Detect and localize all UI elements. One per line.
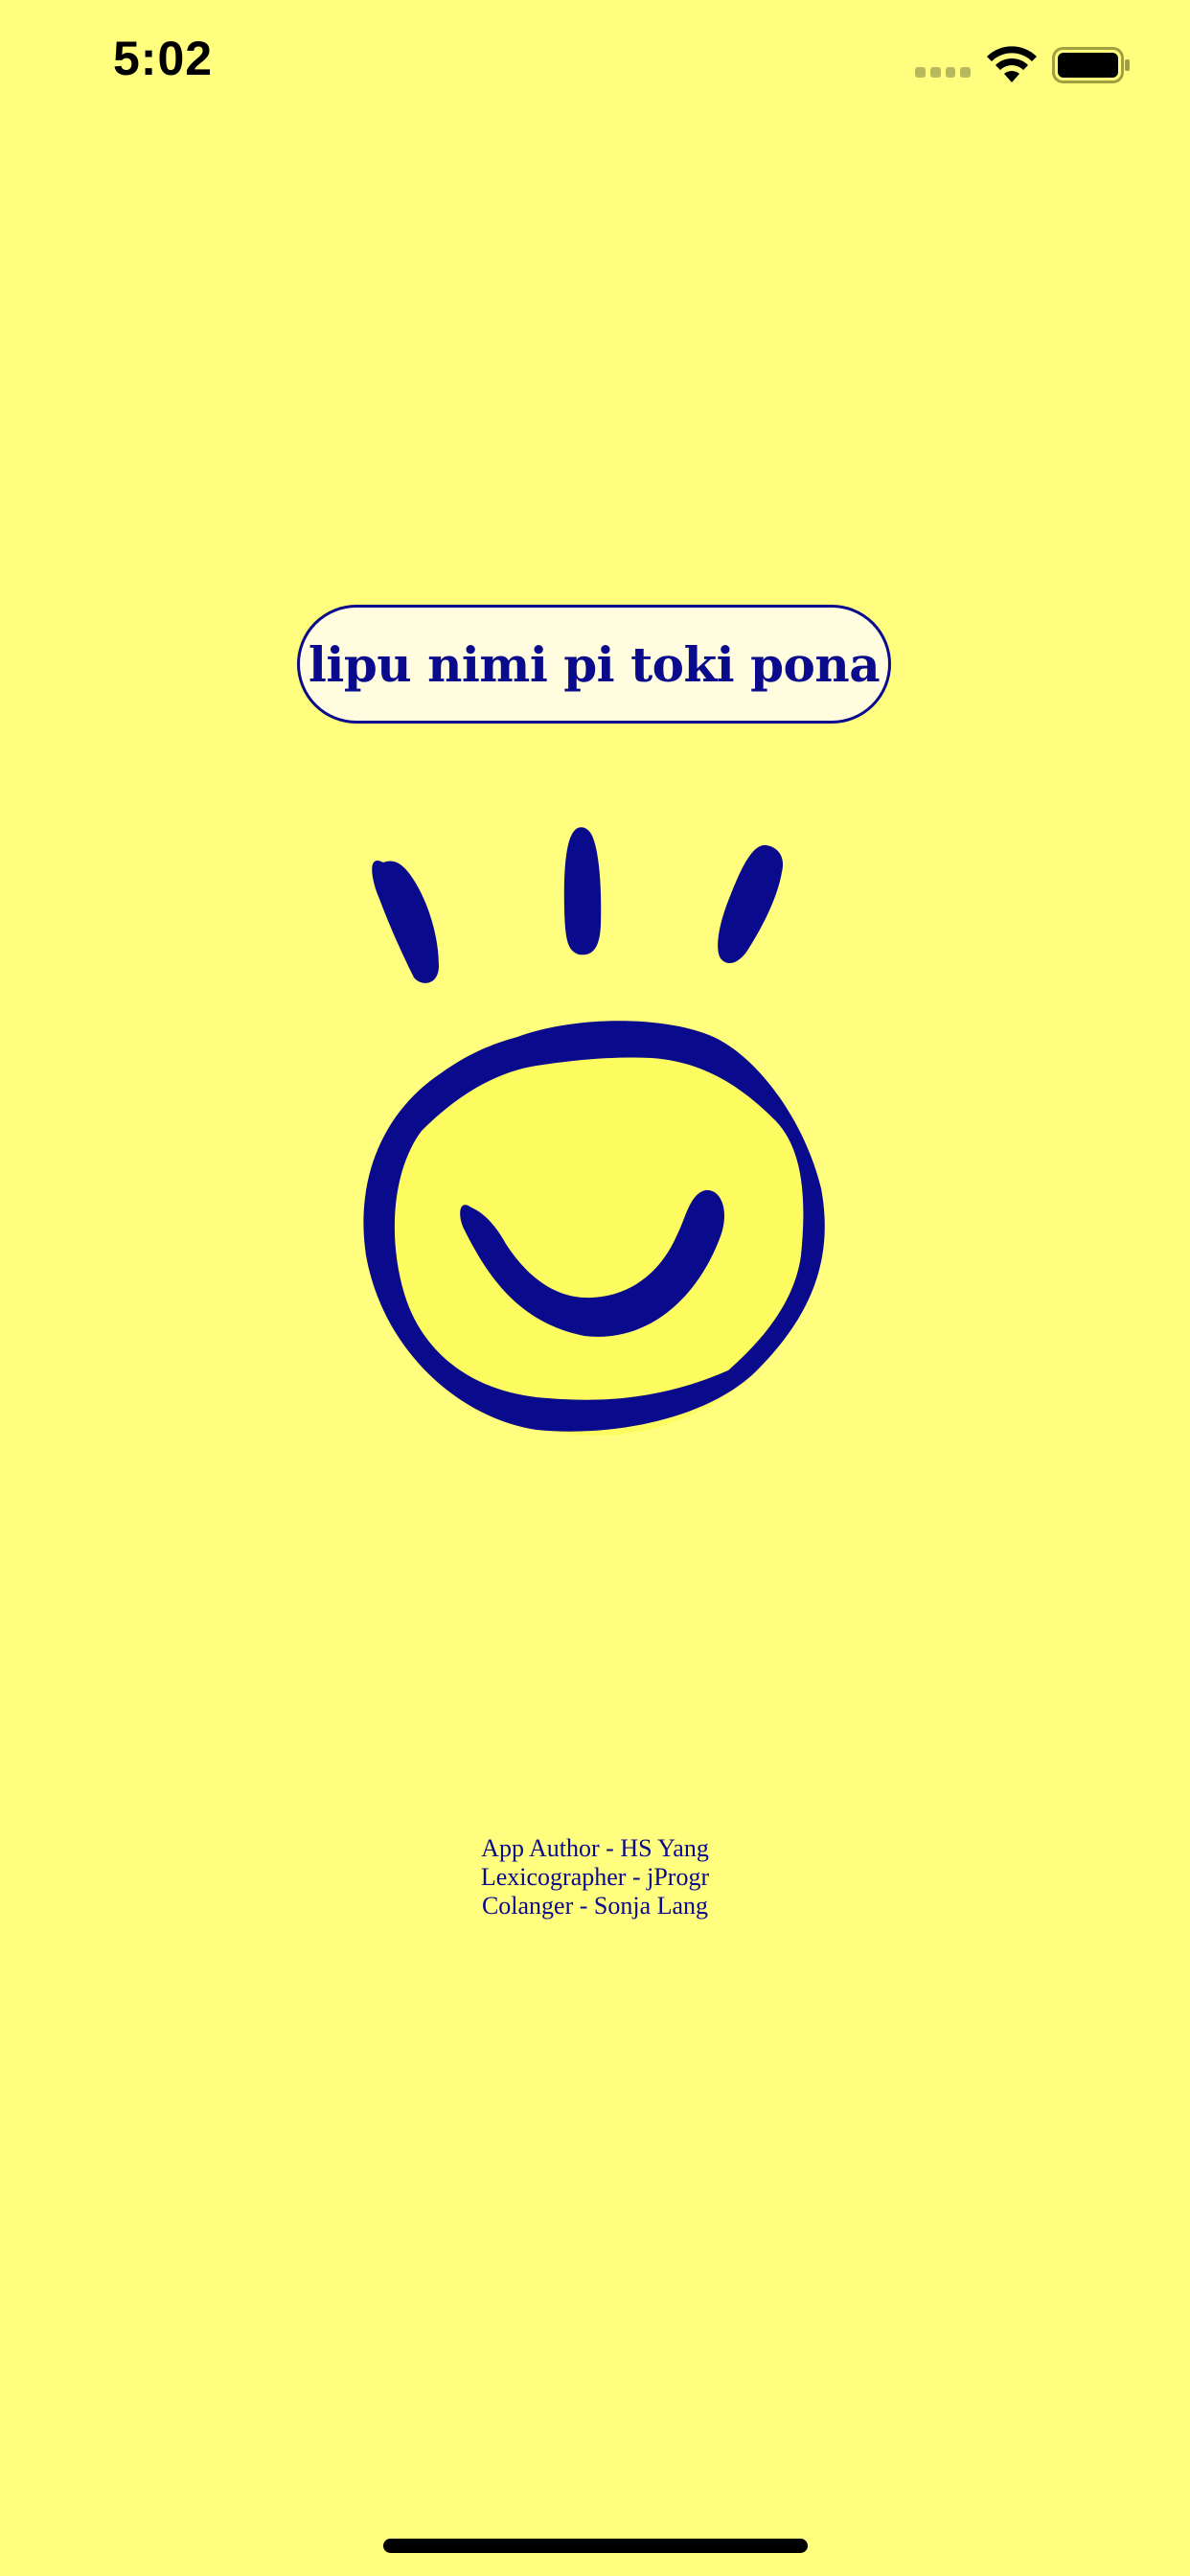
battery-icon xyxy=(1052,47,1130,83)
credit-colanger: Colanger - Sonja Lang xyxy=(481,1892,709,1920)
title-button[interactable]: lipu nimi pi toki pona xyxy=(297,605,891,724)
home-indicator[interactable] xyxy=(383,2539,808,2553)
credit-app-author: App Author - HS Yang xyxy=(481,1834,709,1862)
smiling-sun-icon xyxy=(363,827,825,1436)
status-bar: 5:02 xyxy=(0,0,1190,134)
credit-lexicographer: Lexicographer - jProgr xyxy=(480,1863,710,1891)
title-label: lipu nimi pi toki pona xyxy=(308,635,881,693)
wifi-icon xyxy=(987,46,1037,82)
status-time: 5:02 xyxy=(113,32,214,85)
credits: App Author - HS Yang Lexicographer - jPr… xyxy=(0,1834,1190,1920)
cellular-signal-icon xyxy=(915,67,971,80)
